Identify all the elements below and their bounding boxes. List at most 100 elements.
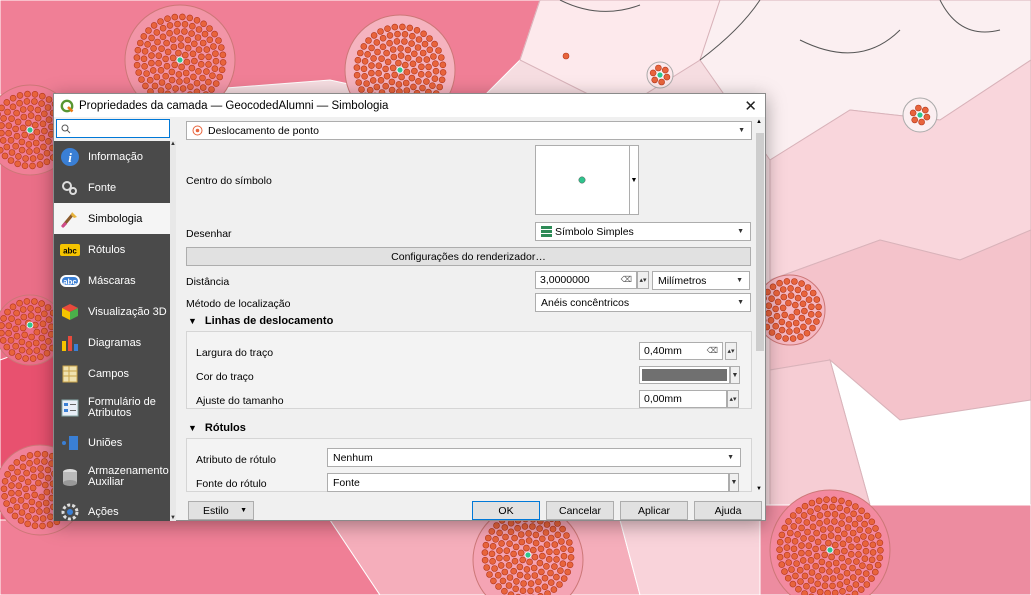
map-point	[18, 146, 26, 154]
apply-button[interactable]: Aplicar	[620, 501, 688, 520]
clear-icon[interactable]: ⌫	[621, 275, 632, 284]
distance-unit-select[interactable]: Milímetros ▼	[652, 271, 750, 290]
close-icon[interactable]: ✕	[744, 97, 757, 115]
map-point	[159, 33, 167, 41]
map-point	[170, 43, 178, 51]
map-point	[820, 533, 828, 541]
map-point	[358, 86, 365, 93]
map-point	[0, 115, 7, 122]
map-point	[142, 82, 149, 90]
map-point	[394, 30, 401, 38]
map-point	[34, 114, 42, 122]
map-point	[798, 549, 805, 557]
labels-section-header[interactable]: ▼ Rótulos	[188, 422, 246, 434]
map-point	[9, 497, 17, 504]
help-button[interactable]: Ajuda	[694, 501, 762, 520]
sidebar-item-informacao[interactable]: i Informação	[54, 141, 170, 172]
map-point	[793, 308, 801, 316]
map-point	[848, 543, 855, 551]
map-point	[789, 512, 797, 519]
cancel-button[interactable]: Cancelar	[546, 501, 614, 520]
map-point	[867, 534, 875, 541]
center-symbol-dropdown[interactable]: ▼	[629, 145, 639, 215]
map-point	[816, 588, 824, 595]
scrollbar-thumb[interactable]	[756, 133, 764, 351]
map-point	[384, 25, 391, 33]
sidebar-item-mascaras[interactable]: abc Máscaras	[54, 265, 170, 296]
renderer-type-select[interactable]: Deslocamento de ponto ▼	[186, 121, 752, 140]
sidebar-item-simbologia[interactable]: Simbologia	[54, 203, 170, 234]
draw-renderer-select[interactable]: Símbolo Simples ▼	[535, 222, 751, 241]
scroll-up-icon[interactable]: ▲	[170, 141, 176, 147]
placement-method-select[interactable]: Anéis concêntricos ▼	[535, 293, 751, 312]
stroke-width-input[interactable]: 0,40mm ⌫	[639, 342, 723, 360]
distance-input[interactable]: 3,0000000 ⌫	[535, 271, 637, 289]
search-field[interactable]	[56, 119, 170, 138]
map-point	[29, 466, 37, 473]
map-point	[389, 64, 397, 72]
map-point	[183, 77, 191, 84]
main-scrollbar[interactable]: ▲ ▼	[755, 119, 765, 492]
map-point	[415, 36, 423, 43]
label-font-dropdown[interactable]: ▼	[729, 473, 739, 492]
sidebar-scrollbar[interactable]: ▲ ▼	[170, 141, 176, 521]
map-point	[845, 557, 852, 565]
sidebar-item-rotulos[interactable]: abc Rótulos	[54, 234, 170, 265]
renderer-settings-button[interactable]: Configurações do renderizador…	[186, 247, 751, 266]
map-point	[38, 92, 46, 100]
map-point	[801, 590, 808, 595]
scroll-up-icon[interactable]: ▲	[756, 119, 762, 125]
label-font-button[interactable]: Fonte	[327, 473, 729, 492]
sidebar-item-armazenamento-auxiliar[interactable]: Armazenamento Auxiliar	[54, 458, 170, 496]
map-point	[805, 296, 813, 304]
map-point	[364, 50, 371, 58]
map-point	[45, 138, 52, 145]
stroke-width-stepper[interactable]: ▴▾	[725, 342, 737, 360]
stroke-color-dropdown[interactable]: ▼	[730, 366, 740, 384]
clear-icon[interactable]: ⌫	[707, 346, 718, 355]
sidebar-item-visualizacao-3d[interactable]: Visualização 3D	[54, 296, 170, 327]
scroll-down-icon[interactable]: ▼	[756, 486, 762, 492]
map-point	[360, 65, 368, 73]
center-symbol-preview-button[interactable]	[535, 145, 631, 215]
size-adjust-input[interactable]: 0,00mm	[639, 390, 727, 408]
map-point	[786, 529, 794, 537]
stroke-color-button[interactable]	[639, 366, 730, 384]
distance-stepper[interactable]: ▴▾	[637, 271, 649, 289]
style-menu-button[interactable]: Estilo ▼	[188, 501, 254, 520]
dialog-titlebar[interactable]: Propriedades da camada — GeocodedAlumni …	[54, 94, 765, 117]
map-point	[179, 13, 186, 21]
map-point	[356, 49, 364, 57]
map-point	[0, 485, 8, 493]
map-point	[5, 129, 12, 137]
sidebar-item-campos[interactable]: Campos	[54, 358, 170, 389]
map-point	[496, 547, 503, 554]
map-point	[543, 562, 550, 570]
map-point	[850, 510, 857, 518]
map-point	[778, 318, 786, 326]
sidebar-item-formulario-atributos[interactable]: Formulário de Atributos	[54, 389, 170, 427]
map-point	[425, 63, 432, 71]
map-point	[804, 528, 811, 536]
map-point	[0, 137, 7, 144]
map-point	[781, 568, 788, 575]
ok-button[interactable]: OK	[472, 501, 540, 520]
map-point	[391, 23, 399, 31]
map-point	[868, 556, 876, 564]
search-input[interactable]	[77, 122, 167, 135]
map-point	[3, 500, 10, 507]
map-point	[28, 506, 36, 514]
sidebar-item-fonte[interactable]: Fonte	[54, 172, 170, 203]
sidebar-item-unioes[interactable]: Uniões	[54, 427, 170, 458]
size-adjust-stepper[interactable]: ▴▾	[727, 390, 739, 408]
map-point	[15, 353, 22, 360]
sidebar-item-diagramas[interactable]: Diagramas	[54, 327, 170, 358]
map-point	[173, 28, 181, 35]
map-point	[162, 55, 169, 63]
map-point	[162, 72, 169, 80]
displacement-lines-header[interactable]: ▼ Linhas de deslocamento	[188, 315, 333, 327]
label-attribute-select[interactable]: Nenhum ▼	[327, 448, 741, 467]
placement-method-label: Método de localização	[186, 298, 291, 310]
map-point	[379, 43, 387, 51]
map-point	[205, 53, 212, 61]
